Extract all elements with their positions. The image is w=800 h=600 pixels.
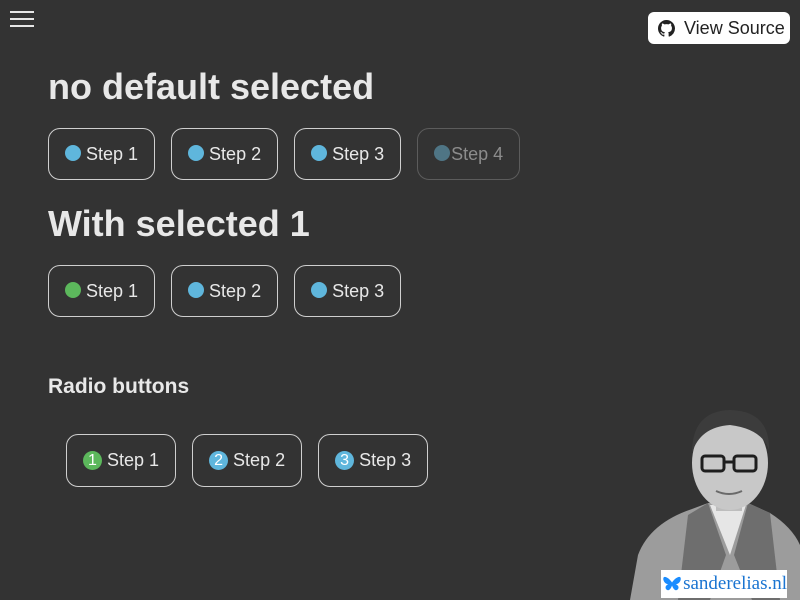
step-number-badge: 2: [209, 451, 229, 470]
status-dot-icon: [65, 145, 81, 161]
step-label: Step 3: [359, 450, 412, 470]
step-label: Step 4: [451, 143, 504, 164]
step-label: Step 1: [107, 450, 160, 470]
radio-step-1-selected[interactable]: 1 Step 1: [66, 434, 177, 487]
status-dot-icon: [188, 145, 205, 161]
step-group-selected: Step 1 Step 2 Step 3: [48, 265, 402, 317]
step-button-1[interactable]: Step 1: [48, 128, 156, 180]
brand-text: sanderelias.nl: [683, 573, 787, 594]
status-dot-icon: [311, 145, 328, 161]
step-label: Step 2: [209, 143, 262, 164]
step-label: Step 3: [332, 143, 385, 164]
step-button-1-selected[interactable]: Step 1: [48, 265, 156, 317]
view-source-button[interactable]: View Source: [648, 12, 790, 44]
radio-step-3[interactable]: 3 Step 3: [318, 434, 429, 487]
status-dot-icon: [434, 145, 451, 161]
status-dot-icon: [65, 282, 81, 298]
step-button-2[interactable]: Step 2: [171, 128, 279, 180]
step-label: Step 2: [233, 450, 286, 470]
brand-link[interactable]: sanderelias.nl: [661, 570, 787, 598]
step-label: Step 1: [86, 280, 139, 301]
section-title-radio-buttons: Radio buttons: [48, 375, 190, 398]
hamburger-menu-icon[interactable]: [10, 10, 34, 28]
github-icon: [658, 19, 675, 37]
butterfly-icon: [663, 576, 681, 591]
radio-step-2[interactable]: 2 Step 2: [192, 434, 303, 487]
step-label: Step 3: [332, 280, 385, 301]
step-button-4-disabled: Step 4: [417, 128, 521, 180]
status-dot-icon: [311, 282, 328, 298]
step-button-3[interactable]: Step 3: [294, 128, 402, 180]
section-title-no-default: no default selected: [48, 66, 375, 107]
radio-group: 1 Step 1 2 Step 2 3 Step 3: [66, 434, 429, 487]
section-title-selected-1: With selected 1: [48, 203, 310, 244]
step-button-3[interactable]: Step 3: [294, 265, 402, 317]
step-button-2[interactable]: Step 2: [171, 265, 279, 317]
step-label: Step 1: [86, 143, 139, 164]
step-label: Step 2: [209, 280, 262, 301]
step-number-badge: 3: [335, 451, 355, 470]
view-source-label: View Source: [684, 17, 785, 38]
step-number-badge: 1: [83, 451, 102, 470]
step-group-no-default: Step 1 Step 2 Step 3 Step 4: [48, 128, 521, 180]
status-dot-icon: [188, 282, 205, 298]
